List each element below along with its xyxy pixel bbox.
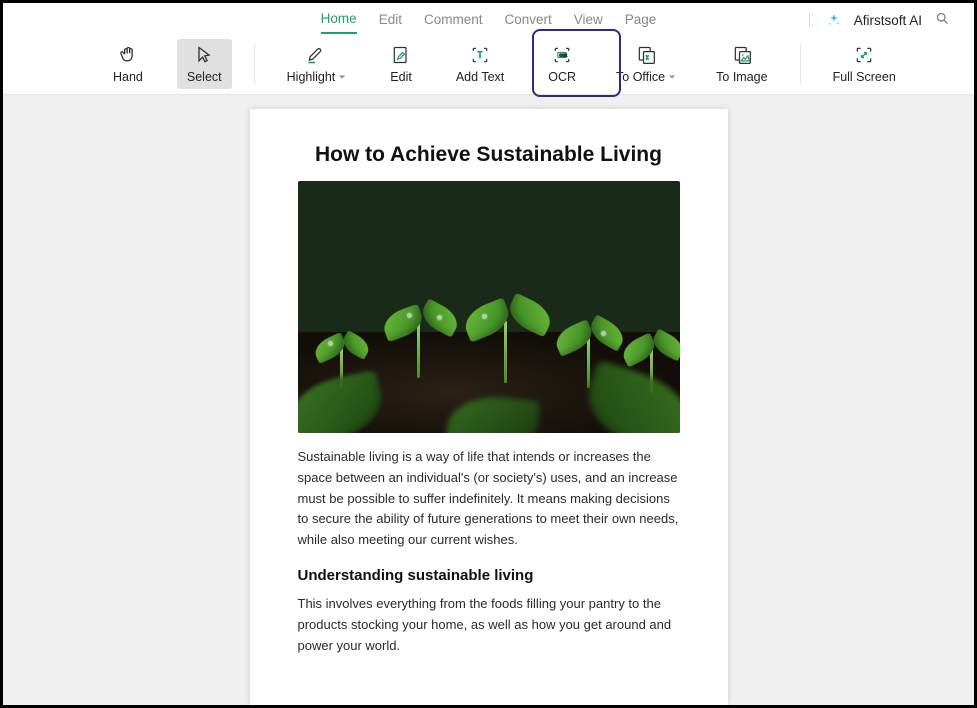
add-text-button[interactable]: Add Text	[446, 39, 514, 89]
page-title: How to Achieve Sustainable Living	[298, 143, 680, 167]
divider	[254, 44, 255, 84]
top-menu-bar: Home Edit Comment Convert View Page Afir…	[3, 3, 974, 33]
ocr-icon: OCR	[551, 44, 573, 66]
document-page[interactable]: How to Achieve Sustainable Living	[250, 109, 728, 705]
menu-edit[interactable]: Edit	[379, 8, 402, 33]
svg-text:OCR: OCR	[560, 53, 568, 57]
ocr-label: OCR	[548, 70, 576, 84]
document-workspace: How to Achieve Sustainable Living	[3, 95, 974, 705]
highlight-button[interactable]: Highlight	[277, 39, 357, 89]
menu-page[interactable]: Page	[625, 8, 657, 33]
menu-convert[interactable]: Convert	[504, 8, 551, 33]
ocr-button[interactable]: OCR OCR	[538, 39, 586, 89]
hand-label: Hand	[113, 70, 143, 84]
add-text-label: Add Text	[456, 70, 504, 84]
chevron-down-icon	[668, 70, 676, 84]
search-icon[interactable]	[935, 11, 950, 29]
hand-icon	[118, 44, 138, 66]
menu-home[interactable]: Home	[321, 7, 357, 34]
divider	[800, 44, 801, 84]
pencil-page-icon	[391, 44, 411, 66]
edit-label: Edit	[390, 70, 412, 84]
menu-comment[interactable]: Comment	[424, 8, 483, 33]
toolbar: Hand Select Highlight Edit Add Text	[3, 33, 974, 95]
chevron-down-icon	[338, 70, 346, 84]
to-office-label: To Office	[616, 70, 665, 84]
fullscreen-icon	[854, 44, 874, 66]
cursor-icon	[194, 44, 214, 66]
to-image-label: To Image	[716, 70, 767, 84]
to-office-icon	[635, 44, 657, 66]
select-tool-button[interactable]: Select	[177, 39, 232, 89]
highlight-label: Highlight	[287, 70, 336, 84]
paragraph-1: Sustainable living is a way of life that…	[298, 447, 680, 551]
full-screen-label: Full Screen	[833, 70, 896, 84]
to-image-button[interactable]: To Image	[706, 39, 777, 89]
edit-button[interactable]: Edit	[380, 39, 422, 89]
hand-tool-button[interactable]: Hand	[103, 39, 153, 89]
highlighter-icon	[305, 44, 327, 66]
divider	[809, 12, 810, 28]
ai-assistant-button[interactable]: Afirstsoft AI	[854, 13, 922, 28]
section-heading: Understanding sustainable living	[298, 567, 680, 584]
menu-view[interactable]: View	[574, 8, 603, 33]
sparkle-icon	[827, 13, 841, 27]
hero-image	[298, 181, 680, 433]
to-image-icon	[731, 44, 753, 66]
text-box-icon	[469, 44, 491, 66]
full-screen-button[interactable]: Full Screen	[823, 39, 906, 89]
select-label: Select	[187, 70, 222, 84]
to-office-button[interactable]: To Office	[606, 39, 686, 89]
paragraph-2: This involves everything from the foods …	[298, 594, 680, 656]
